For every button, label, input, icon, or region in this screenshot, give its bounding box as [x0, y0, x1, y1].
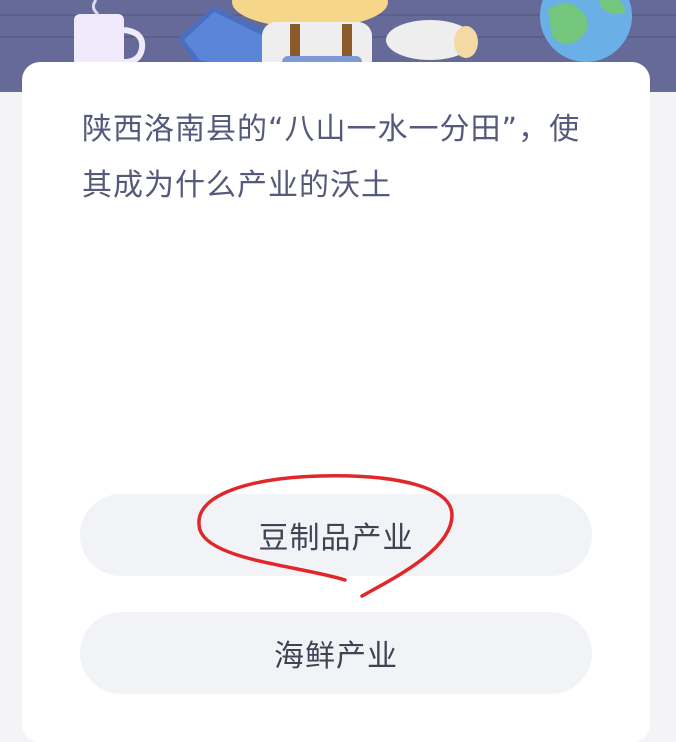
option-button-a[interactable]: 豆制品产业 [80, 494, 592, 576]
question-card: 陕西洛南县的“八山一水一分田”，使其成为什么产业的沃土 豆制品产业 海鲜产业 [22, 62, 650, 742]
option-button-b[interactable]: 海鲜产业 [80, 612, 592, 694]
question-text: 陕西洛南县的“八山一水一分田”，使其成为什么产业的沃土 [82, 112, 581, 203]
globe-icon [540, 0, 632, 62]
